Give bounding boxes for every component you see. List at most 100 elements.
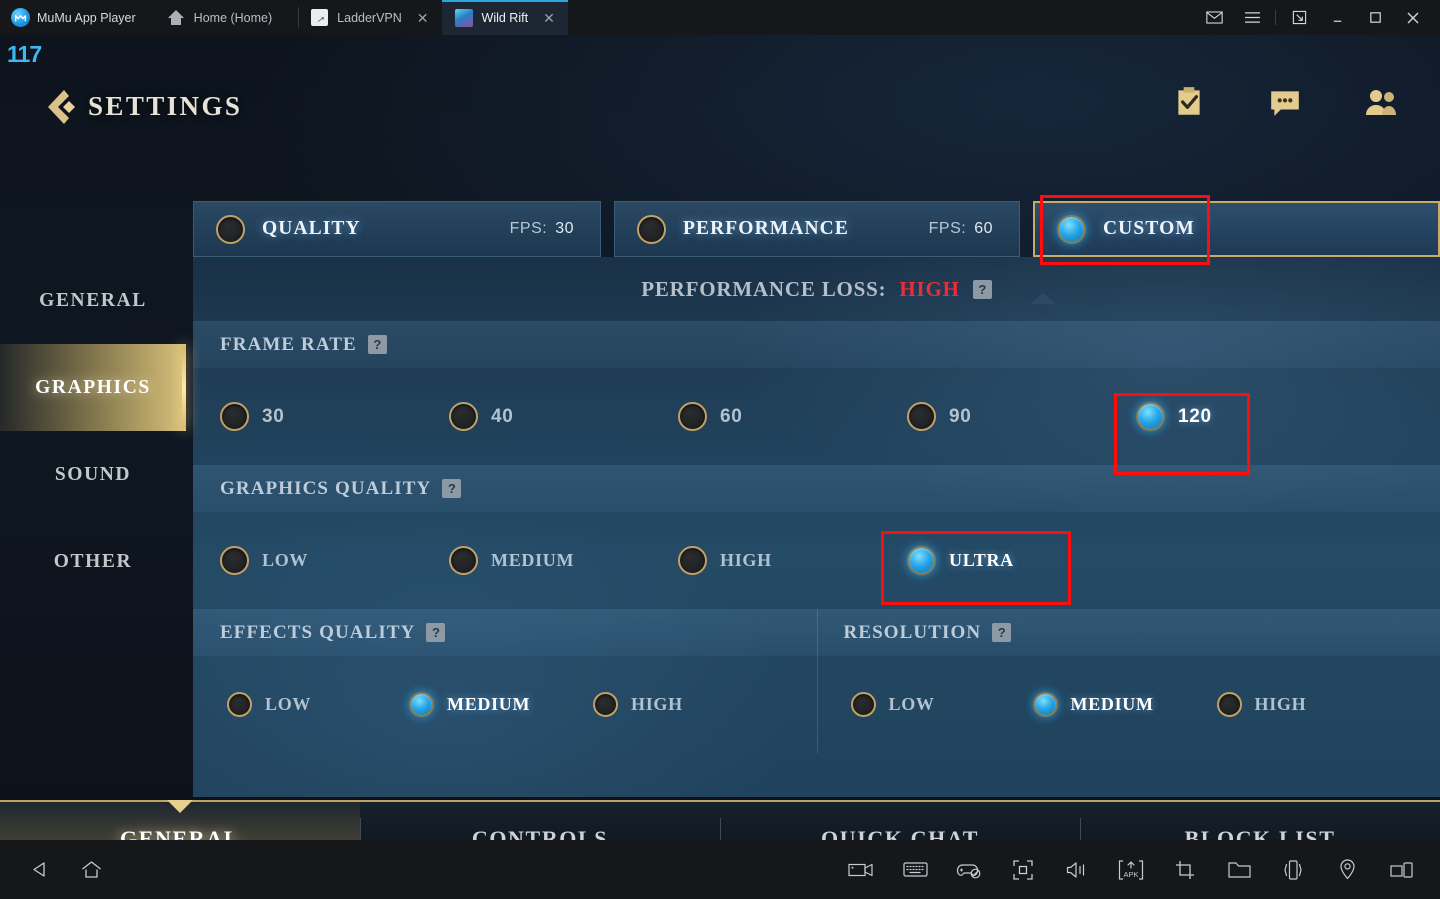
tab-controls[interactable]: CONTROLS: [360, 802, 720, 840]
tab-quick-chat[interactable]: QUICK CHAT: [720, 802, 1080, 840]
radio-icon[interactable]: [227, 692, 252, 717]
radio-icon[interactable]: [449, 546, 478, 575]
option-frame-rate-30[interactable]: 30: [220, 402, 285, 431]
option-graphics-quality-medium[interactable]: MEDIUM: [449, 546, 574, 575]
tab-label: CONTROLS: [471, 825, 609, 841]
home-icon: [167, 10, 185, 25]
keyboard-icon[interactable]: [902, 858, 928, 882]
options-frame-rate: 30 40 60 90 120: [193, 368, 1440, 465]
location-icon[interactable]: [1334, 858, 1360, 882]
menu-icon[interactable]: [1233, 0, 1271, 35]
chat-icon[interactable]: [1268, 85, 1302, 119]
option-frame-rate-120[interactable]: 120: [1136, 402, 1212, 431]
performance-loss-label: PERFORMANCE LOSS:: [641, 276, 887, 301]
preset-tab-custom[interactable]: CUSTOM: [1033, 201, 1440, 257]
app-brand-label: MuMu App Player: [37, 10, 136, 25]
option-label: LOW: [265, 694, 312, 714]
option-effects-quality-low[interactable]: LOW: [227, 692, 311, 717]
titlebar-tab-wildrift[interactable]: Wild Rift ✕: [441, 0, 569, 35]
friends-icon[interactable]: [1364, 85, 1398, 119]
option-effects-quality-medium[interactable]: MEDIUM: [409, 692, 530, 717]
screenshot-crop-icon[interactable]: [1172, 858, 1198, 882]
section-title: EFFECTS QUALITY: [220, 621, 416, 643]
sidebar-item-graphics[interactable]: GRAPHICS: [0, 344, 186, 431]
tab-general[interactable]: GENERAL: [0, 800, 360, 841]
option-graphics-quality-low[interactable]: LOW: [220, 546, 308, 575]
option-frame-rate-60[interactable]: 60: [678, 402, 743, 431]
option-graphics-quality-ultra[interactable]: ULTRA: [907, 546, 1014, 575]
option-label: MEDIUM: [491, 550, 575, 570]
section-title: FRAME RATE: [220, 333, 357, 355]
option-resolution-medium[interactable]: MEDIUM: [1032, 692, 1154, 717]
multi-window-icon[interactable]: [1388, 858, 1414, 882]
mission-icon[interactable]: [1172, 85, 1206, 119]
radio-icon[interactable]: [637, 214, 666, 244]
radio-icon[interactable]: [907, 546, 936, 575]
option-frame-rate-40[interactable]: 40: [449, 402, 514, 431]
preset-fps-value: 60: [974, 220, 993, 237]
radio-icon[interactable]: [678, 402, 707, 431]
sidebar-item-general[interactable]: GENERAL: [0, 257, 186, 344]
tab-close-icon[interactable]: ✕: [417, 11, 429, 25]
back-button[interactable]: [42, 87, 76, 127]
tab-block-list[interactable]: BLOCK LIST: [1080, 802, 1440, 840]
sidebar-item-other[interactable]: OTHER: [0, 518, 186, 605]
option-graphics-quality-high[interactable]: HIGH: [678, 546, 772, 575]
option-resolution-low[interactable]: LOW: [850, 692, 935, 717]
radio-icon[interactable]: [409, 692, 434, 717]
help-icon[interactable]: ?: [992, 623, 1012, 642]
radio-icon[interactable]: [220, 546, 249, 575]
option-resolution-high[interactable]: HIGH: [1216, 692, 1307, 717]
radio-icon[interactable]: [220, 402, 249, 431]
radio-icon[interactable]: [678, 546, 707, 575]
back-icon[interactable]: [26, 858, 52, 882]
option-label: 40: [491, 405, 514, 427]
radio-icon[interactable]: [1032, 692, 1058, 717]
help-icon[interactable]: ?: [426, 623, 446, 642]
option-frame-rate-90[interactable]: 90: [907, 402, 972, 431]
titlebar-tab-home[interactable]: Home (Home): [150, 0, 299, 35]
home-icon[interactable]: [78, 858, 104, 882]
minimize-icon[interactable]: [1318, 0, 1356, 35]
radio-icon[interactable]: [1136, 402, 1165, 431]
option-effects-quality-high[interactable]: HIGH: [593, 692, 683, 717]
help-icon[interactable]: ?: [972, 279, 992, 299]
radio-icon[interactable]: [1057, 214, 1086, 244]
fullscreen-icon[interactable]: [1010, 858, 1036, 882]
page-title: SETTINGS: [88, 91, 243, 121]
radio-icon[interactable]: [1216, 692, 1242, 717]
radio-icon[interactable]: [449, 402, 478, 431]
sidebar-item-label: GENERAL: [39, 289, 147, 311]
preset-label: PERFORMANCE: [683, 218, 849, 239]
volume-icon[interactable]: [1064, 858, 1090, 882]
preset-fps-label: FPS:: [509, 220, 548, 237]
radio-icon[interactable]: [850, 692, 876, 717]
radio-icon[interactable]: [907, 402, 936, 431]
titlebar-tab-laddervpn[interactable]: LadderVPN ✕: [298, 0, 441, 35]
tab-close-icon[interactable]: ✕: [543, 11, 555, 25]
folder-icon[interactable]: [1226, 858, 1252, 882]
sidebar-item-label: GRAPHICS: [35, 376, 151, 398]
shake-icon[interactable]: [1280, 858, 1306, 882]
apk-install-icon[interactable]: APK: [1118, 858, 1144, 882]
help-icon[interactable]: ?: [367, 335, 387, 354]
section-resolution: RESOLUTION ? LOW MEDIUM HIGH: [816, 609, 1440, 753]
wildrift-icon: [454, 8, 473, 27]
preset-tab-performance[interactable]: PERFORMANCE FPS: 60: [614, 201, 1020, 257]
sidebar-item-sound[interactable]: SOUND: [0, 431, 186, 518]
tab-label: GENERAL: [120, 825, 240, 841]
record-icon[interactable]: [848, 858, 874, 882]
mail-icon[interactable]: [1195, 0, 1233, 35]
resize-icon[interactable]: [1280, 0, 1318, 35]
maximize-icon[interactable]: [1356, 0, 1394, 35]
radio-icon[interactable]: [593, 692, 618, 717]
close-icon[interactable]: [1394, 0, 1432, 35]
gamepad-disabled-icon[interactable]: [956, 858, 982, 882]
sidebar-item-label: SOUND: [54, 463, 132, 485]
radio-icon[interactable]: [216, 214, 245, 244]
preset-label: QUALITY: [262, 218, 361, 239]
option-label: 90: [949, 405, 972, 427]
help-icon[interactable]: ?: [442, 479, 462, 498]
fps-counter: 117: [7, 41, 42, 67]
preset-tab-quality[interactable]: QUALITY FPS: 30: [193, 201, 601, 257]
